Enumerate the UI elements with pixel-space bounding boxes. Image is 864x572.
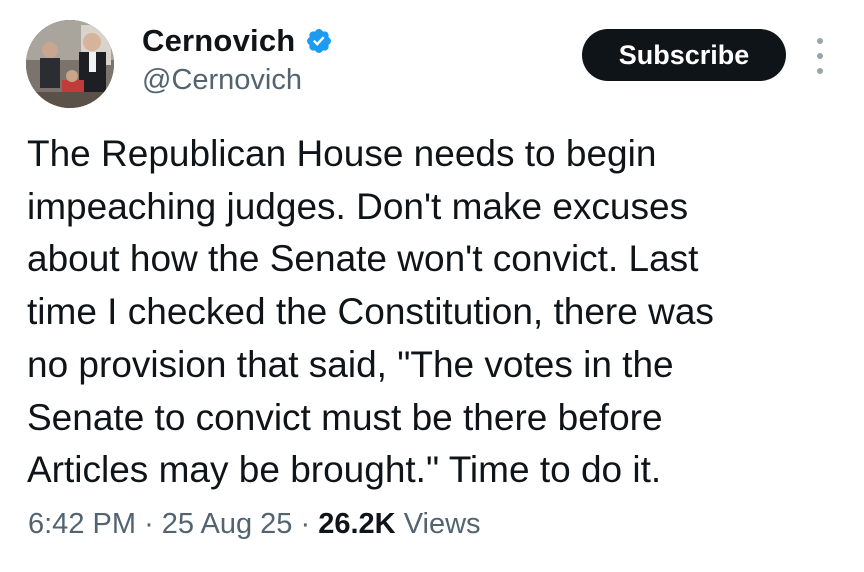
author-info: Cernovich @Cernovich (142, 22, 333, 97)
tweet-text-line: time I checked the Constitution, there w… (27, 291, 714, 333)
more-dot (817, 53, 823, 59)
tweet-date[interactable]: 25 Aug 25 (162, 508, 293, 540)
tweet-text-line: about how the Senate won't convict. Last (27, 238, 699, 280)
tweet-metadata: 6:42 PM · 25 Aug 25 · 26.2K Views (28, 508, 481, 541)
views-label: Views (403, 508, 481, 540)
tweet-time[interactable]: 6:42 PM (28, 508, 136, 540)
author-display-name[interactable]: Cernovich (142, 23, 295, 59)
verified-badge-icon (305, 27, 333, 55)
subscribe-button[interactable]: Subscribe (582, 29, 786, 81)
views-count[interactable]: 26.2K (318, 508, 395, 540)
avatar[interactable] (26, 20, 114, 108)
tweet-card: Cernovich @Cernovich Subscribe The Repub… (0, 0, 864, 572)
tweet-text-line: no provision that said, "The votes in th… (27, 343, 674, 385)
more-dot (817, 68, 823, 74)
tweet-text: The Republican House needs to begin impe… (27, 128, 847, 497)
more-options-icon[interactable] (812, 38, 828, 74)
avatar-photo (26, 20, 114, 108)
more-dot (817, 38, 823, 44)
tweet-text-line: impeaching judges. Don't make excuses (27, 185, 689, 227)
tweet-text-line: Senate to convict must be there before (27, 396, 663, 438)
tweet-text-line: Articles may be brought." Time to do it. (27, 449, 662, 491)
tweet-text-line: The Republican House needs to begin (27, 133, 657, 174)
name-row: Cernovich (142, 22, 333, 60)
author-handle[interactable]: @Cernovich (142, 64, 333, 97)
meta-separator: · (144, 508, 154, 540)
meta-separator: · (300, 508, 311, 540)
